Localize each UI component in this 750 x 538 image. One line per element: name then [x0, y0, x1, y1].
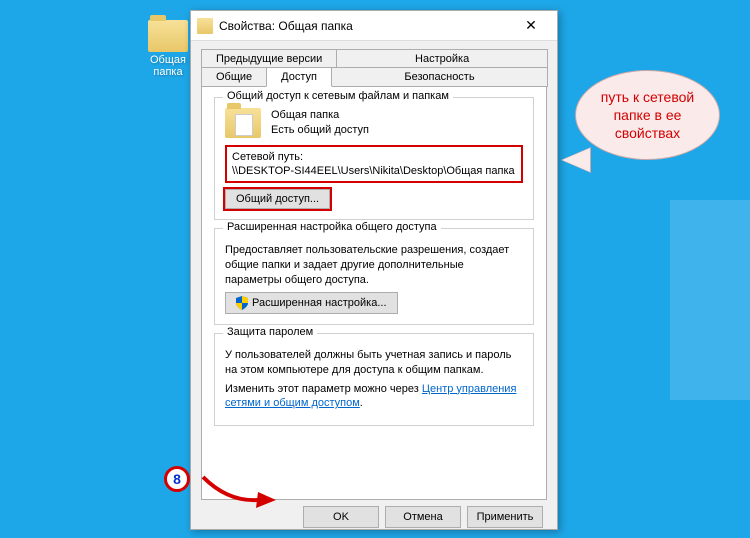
advanced-btn-label: Расширенная настройка...: [252, 297, 387, 309]
desktop-folder-label: Общаяпапка: [140, 54, 196, 78]
close-button[interactable]: ✕: [511, 17, 551, 34]
tab-sharing[interactable]: Доступ: [266, 67, 332, 87]
network-path-value: \\DESKTOP-SI44EEL\Users\Nikita\Desktop\О…: [232, 164, 516, 178]
annotation-callout: путь к сетевой папке в ее свойствах: [575, 70, 720, 160]
network-path-label: Сетевой путь:: [232, 150, 516, 164]
shared-folder-icon: [225, 108, 261, 138]
group-title: Общий доступ к сетевым файлам и папкам: [223, 90, 453, 102]
cancel-button[interactable]: Отмена: [385, 506, 461, 528]
group-title: Защита паролем: [223, 326, 317, 338]
arrow-annotation: [198, 472, 278, 512]
advanced-desc: Предоставляет пользовательские разрешени…: [225, 243, 523, 288]
apply-button[interactable]: Применить: [467, 506, 543, 528]
callout-tail: [562, 148, 590, 172]
dialog-title: Свойства: Общая папка: [219, 19, 511, 33]
tab-settings[interactable]: Настройка: [336, 49, 548, 68]
group-network-sharing: Общий доступ к сетевым файлам и папкам О…: [214, 97, 534, 220]
properties-dialog: Свойства: Общая папка ✕ Предыдущие верси…: [190, 10, 558, 530]
tab-general[interactable]: Общие: [201, 67, 267, 87]
ok-button[interactable]: OK: [303, 506, 379, 528]
group-password-protection: Защита паролем У пользователей должны бы…: [214, 333, 534, 426]
group-title: Расширенная настройка общего доступа: [223, 221, 441, 233]
tab-prev-versions[interactable]: Предыдущие версии: [201, 49, 337, 68]
group-advanced-sharing: Расширенная настройка общего доступа Пре…: [214, 228, 534, 325]
advanced-share-button[interactable]: Расширенная настройка...: [225, 292, 398, 314]
network-path-box: Сетевой путь: \\DESKTOP-SI44EEL\Users\Ni…: [225, 145, 523, 184]
tab-security[interactable]: Безопасность: [331, 67, 548, 87]
share-button[interactable]: Общий доступ...: [225, 189, 330, 209]
folder-icon: [148, 20, 188, 52]
desktop-folder[interactable]: Общаяпапка: [140, 20, 196, 78]
password-desc: У пользователей должны быть учетная запи…: [225, 348, 523, 378]
folder-name: Общая папка: [271, 108, 369, 123]
wallpaper-light: [670, 200, 750, 400]
share-status: Есть общий доступ: [271, 123, 369, 138]
step-badge: 8: [164, 466, 190, 492]
password-change-text: Изменить этот параметр можно через Центр…: [225, 382, 523, 412]
tab-strip: Предыдущие версии Настройка Общие Доступ…: [191, 41, 557, 87]
titlebar[interactable]: Свойства: Общая папка ✕: [191, 11, 557, 41]
titlebar-icon: [197, 18, 213, 34]
shield-icon: [236, 296, 248, 310]
tab-content: Общий доступ к сетевым файлам и папкам О…: [201, 86, 547, 500]
